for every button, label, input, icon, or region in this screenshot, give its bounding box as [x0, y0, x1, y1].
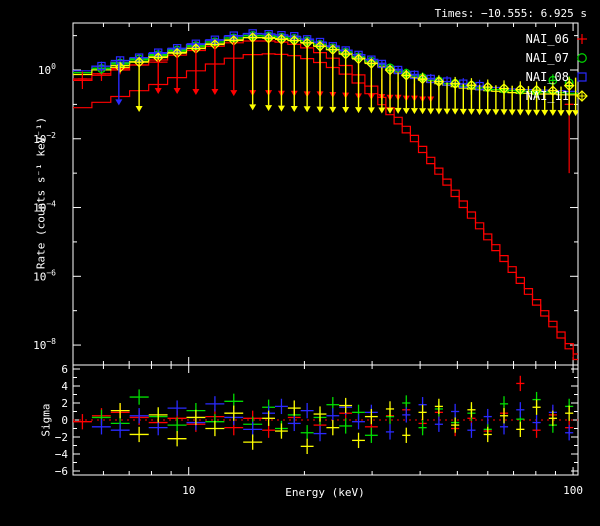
svg-text:−2: −2 — [55, 431, 68, 444]
svg-text:100: 100 — [38, 62, 56, 77]
svg-text:−6: −6 — [55, 465, 68, 478]
sigma-axis-title: Sigma — [40, 403, 53, 436]
times-label: Times: −10.555: 6.925 s — [435, 7, 587, 20]
svg-text:2: 2 — [61, 397, 68, 410]
legend: NAI_06 NAI_07 NAI_08 NAI_11 — [498, 31, 590, 103]
plot-window: 1010010010−210−410−610−86420−2−4−6 Times… — [0, 0, 600, 526]
svg-text:0: 0 — [61, 414, 68, 427]
svg-text:6: 6 — [61, 363, 68, 376]
legend-square-marker-icon — [574, 70, 590, 84]
sigma-data-layer — [73, 376, 578, 454]
svg-text:−4: −4 — [55, 448, 69, 461]
y-axis-title: Rate (counts s⁻¹ keV⁻¹) — [35, 117, 48, 269]
legend-label: NAI_06 — [526, 32, 569, 46]
legend-label: NAI_11 — [526, 89, 569, 103]
svg-text:100: 100 — [563, 484, 583, 497]
legend-entry: NAI_06 — [498, 31, 590, 46]
x-axis-title: Energy (keV) — [285, 486, 364, 499]
legend-label: NAI_07 — [526, 51, 569, 65]
legend-label: NAI_08 — [526, 70, 569, 84]
svg-text:4: 4 — [61, 380, 68, 393]
tick-labels-layer: 1010010010−210−410−610−86420−2−4−6 — [33, 62, 583, 497]
svg-text:10: 10 — [182, 484, 195, 497]
svg-text:10−8: 10−8 — [33, 337, 56, 352]
legend-plus-marker-icon — [574, 32, 590, 46]
legend-diamond-marker-icon — [574, 89, 590, 103]
svg-text:10−6: 10−6 — [33, 268, 56, 283]
legend-entry: NAI_08 — [498, 69, 590, 84]
legend-entry: NAI_11 — [498, 88, 590, 103]
legend-entry: NAI_07 — [498, 50, 590, 65]
legend-circle-marker-icon — [574, 51, 590, 65]
